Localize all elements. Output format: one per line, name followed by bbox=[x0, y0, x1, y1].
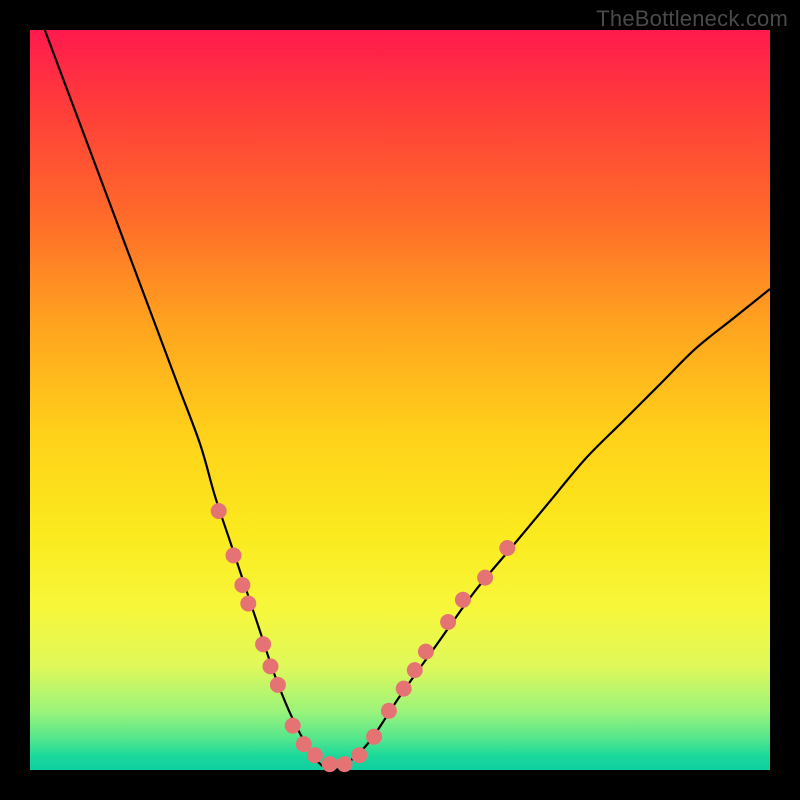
marker-left-1 bbox=[211, 503, 227, 519]
bottleneck-curve-line bbox=[45, 30, 770, 770]
marker-left-4 bbox=[240, 596, 256, 612]
chart-frame: TheBottleneck.com bbox=[0, 0, 800, 800]
marker-right-6 bbox=[455, 592, 471, 608]
marker-left-2 bbox=[226, 547, 242, 563]
marker-right-2 bbox=[396, 681, 412, 697]
marker-left-7 bbox=[270, 677, 286, 693]
marker-right-8 bbox=[499, 540, 515, 556]
curve-markers bbox=[211, 503, 516, 772]
marker-bottom-1 bbox=[285, 718, 301, 734]
marker-left-3 bbox=[234, 577, 250, 593]
marker-right-7 bbox=[477, 570, 493, 586]
marker-bottom-4 bbox=[322, 756, 338, 772]
marker-bottom-6 bbox=[351, 747, 367, 763]
marker-bottom-5 bbox=[337, 756, 353, 772]
marker-right-4 bbox=[418, 644, 434, 660]
chart-overlay-svg bbox=[0, 0, 800, 800]
marker-right-3 bbox=[407, 662, 423, 678]
marker-left-6 bbox=[263, 658, 279, 674]
marker-bottom-3 bbox=[307, 747, 323, 763]
marker-right-1 bbox=[381, 703, 397, 719]
marker-right-5 bbox=[440, 614, 456, 630]
marker-bottom-7 bbox=[366, 729, 382, 745]
marker-left-5 bbox=[255, 636, 271, 652]
